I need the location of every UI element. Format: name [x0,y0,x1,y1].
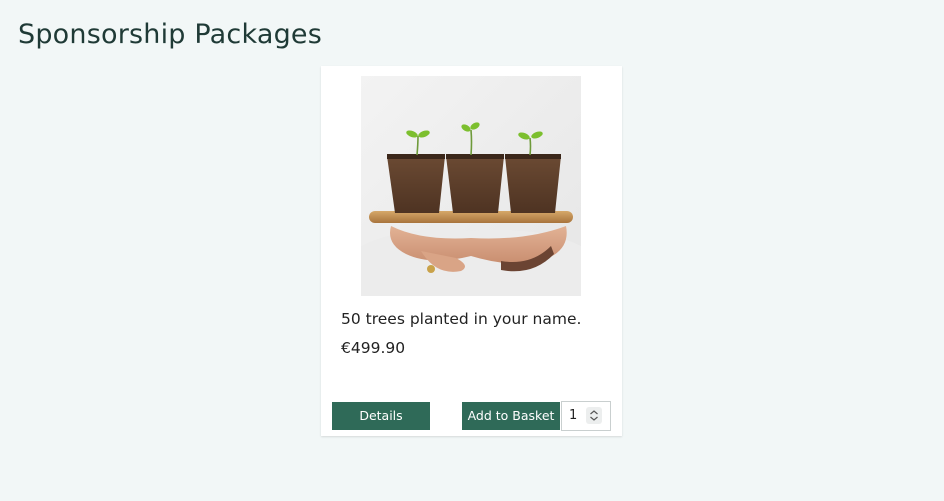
add-to-basket-button[interactable]: Add to Basket [462,402,560,430]
product-title: 50 trees planted in your name. [341,310,582,328]
page-title: Sponsorship Packages [18,19,322,50]
quantity-spinner[interactable] [586,407,602,424]
chevron-down-icon[interactable] [590,416,598,421]
product-price: €499.90 [341,339,406,357]
product-card: 50 trees planted in your name. €499.90 D… [321,66,622,436]
chevron-up-icon[interactable] [590,410,598,415]
quantity-stepper[interactable]: 1 [561,401,611,431]
quantity-value: 1 [569,408,578,423]
product-image [361,76,581,296]
details-button[interactable]: Details [332,402,430,430]
